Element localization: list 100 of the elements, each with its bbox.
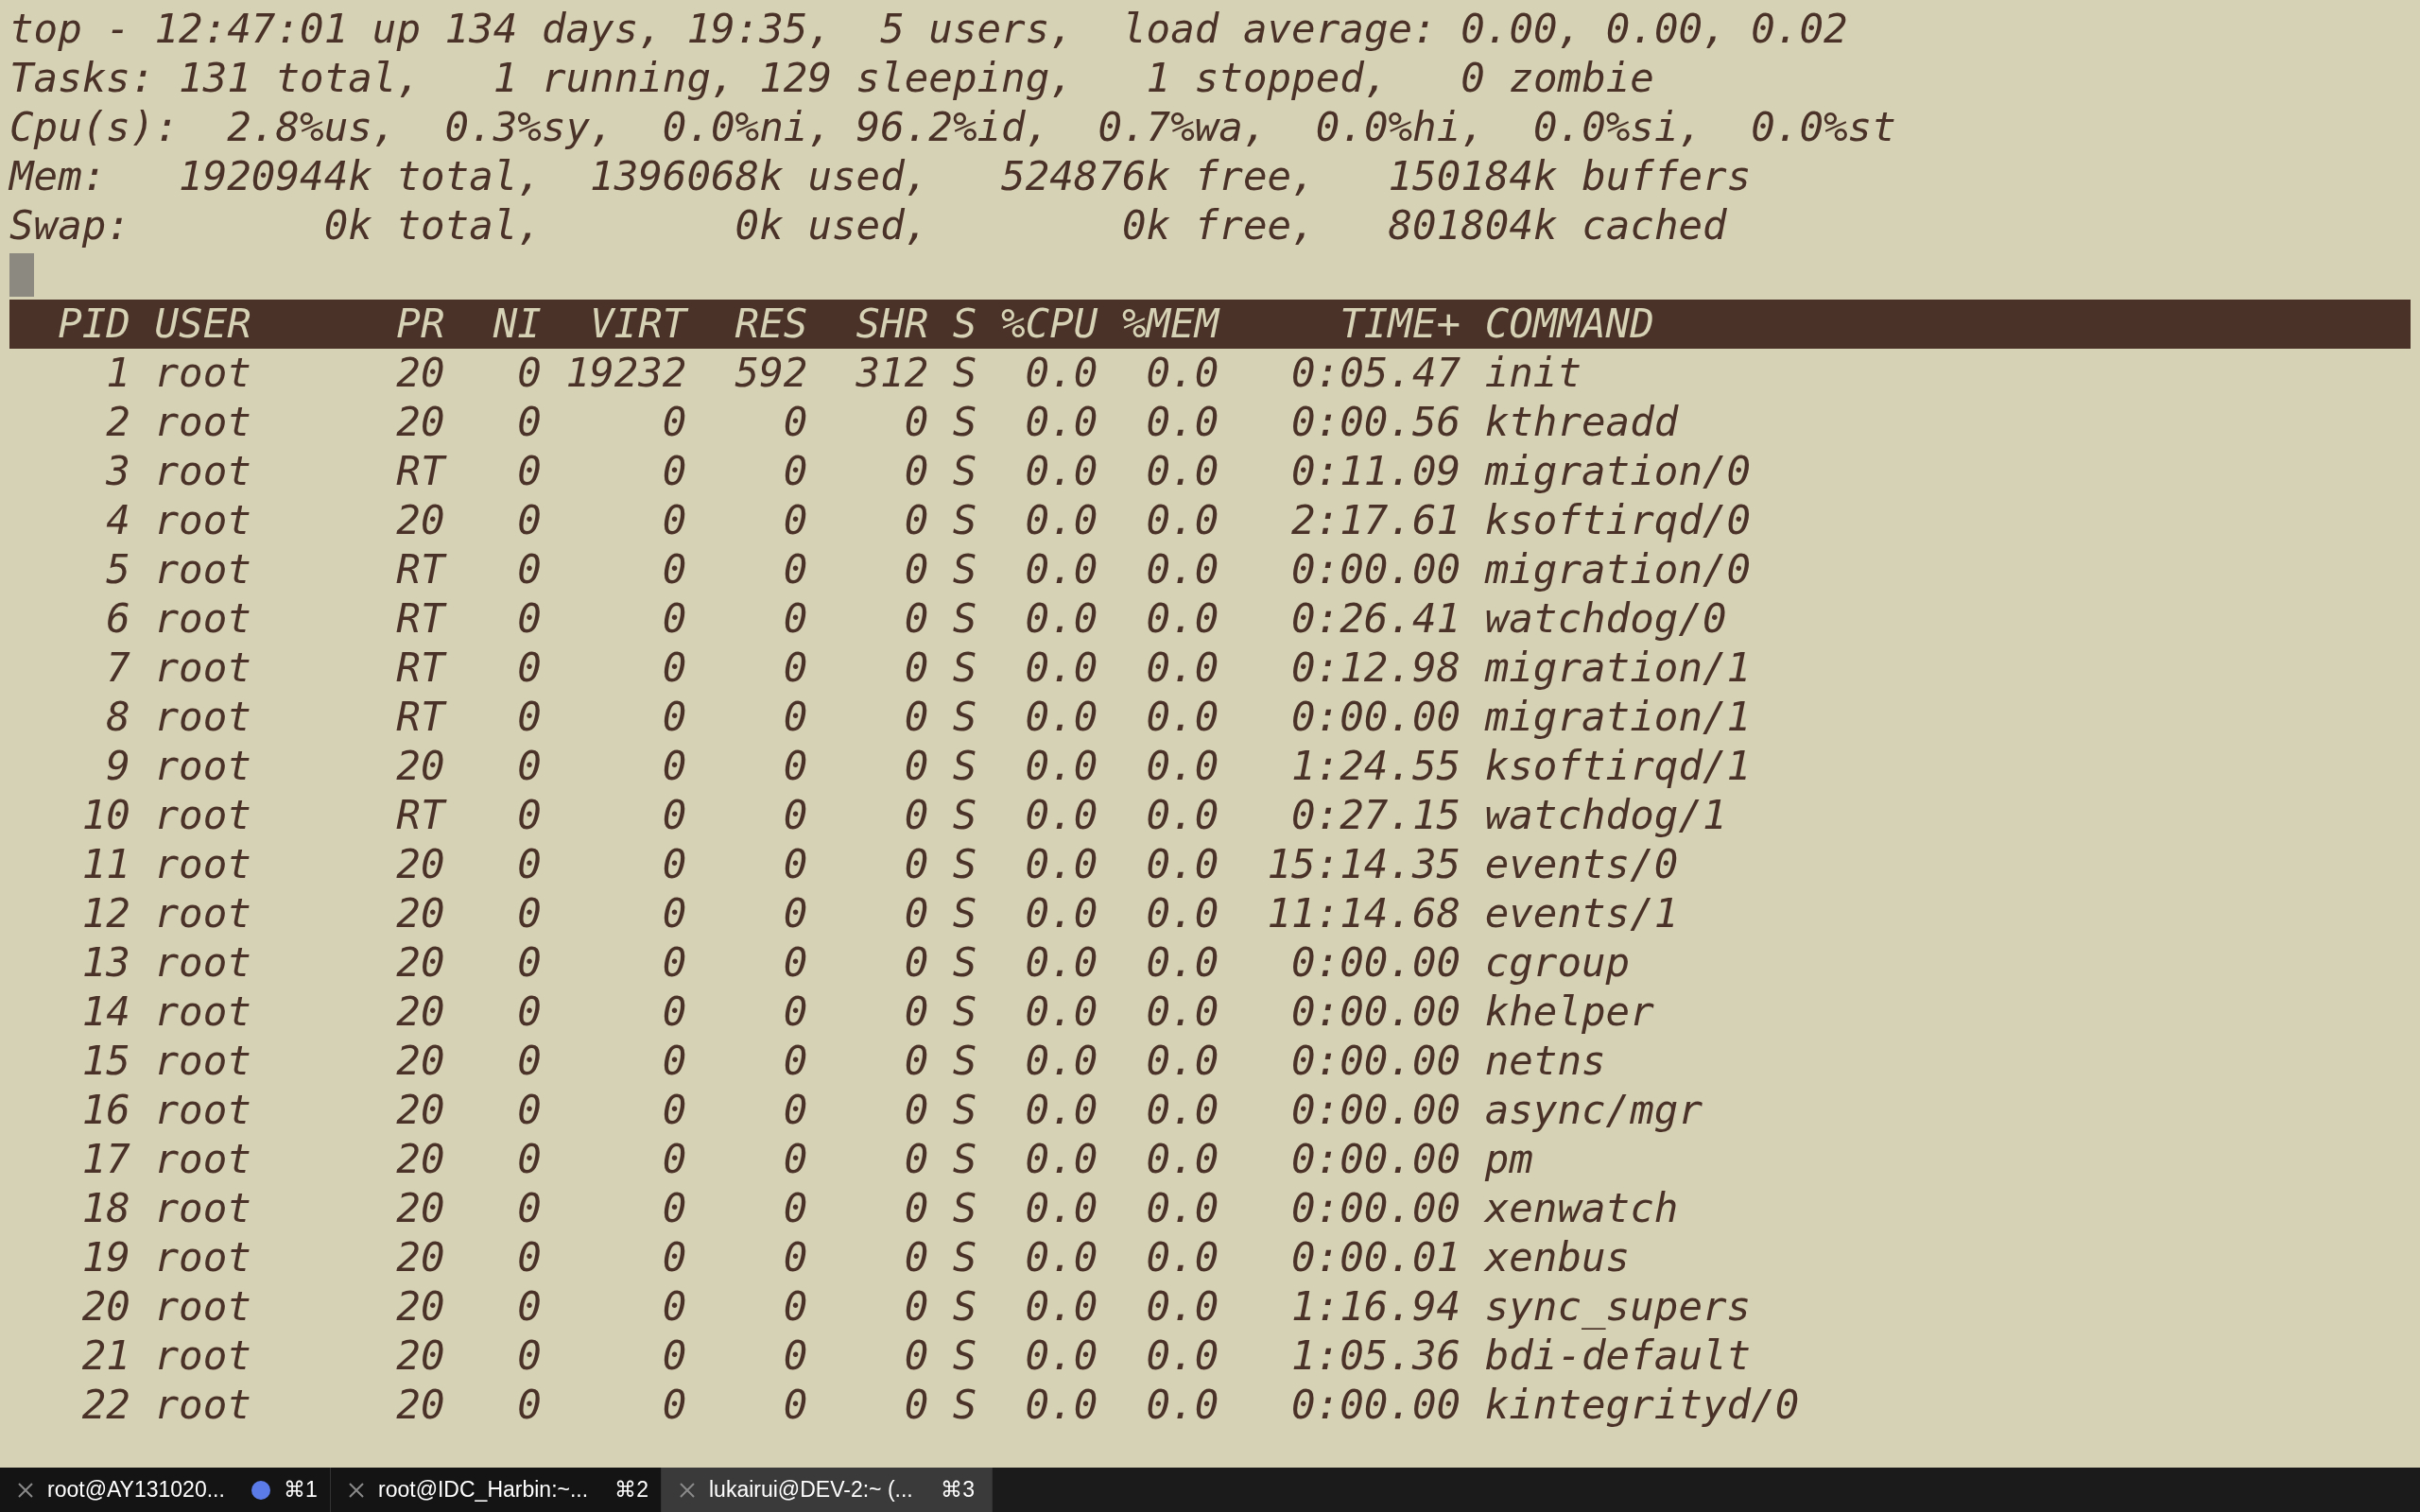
table-cell-text: 0.0	[1024, 349, 1098, 398]
table-cell-text: S	[951, 840, 977, 889]
close-icon[interactable]	[17, 1481, 34, 1499]
table-cell-text: 0	[661, 938, 687, 988]
terminal-tab[interactable]: root@IDC_Harbin:~... ⌘2	[331, 1468, 662, 1512]
table-cell-text: 0.0	[1145, 840, 1219, 889]
table-cell-text: 0.0	[1145, 742, 1219, 791]
table-cell-text: 0.0	[1145, 1233, 1219, 1282]
table-cell-text: 0.0	[1145, 1184, 1219, 1233]
table-cell-text: S	[951, 398, 977, 447]
table-cell-text: 4	[105, 496, 130, 545]
table-cell-text: 0	[903, 594, 929, 644]
close-icon[interactable]	[348, 1481, 365, 1499]
table-cell-text: 0	[516, 644, 542, 693]
summary-line: Cpu(s): 2.8%us, 0.3%sy, 0.0%ni, 96.2%id, 0.7%wa, 0.0%hi, 0.0%si, 0.0%st	[9, 103, 1896, 152]
table-cell-text: 0	[782, 1381, 808, 1430]
table-cell-text: 0.0	[1024, 938, 1098, 988]
table-cell-text: 0	[903, 644, 929, 693]
table-cell-text: 592	[734, 349, 808, 398]
summary-line: Mem: 1920944k total, 1396068k used, 524876k free, 150184k buffers	[8, 152, 1752, 201]
table-cell-text: 20	[395, 496, 445, 545]
table-cell-text: 0	[661, 398, 687, 447]
close-icon[interactable]	[679, 1481, 696, 1499]
table-cell-text: root	[154, 545, 252, 594]
table-cell-text: 0.0	[1145, 1086, 1219, 1135]
table-cell-text: 0	[782, 398, 808, 447]
table-cell-text: 0	[903, 1086, 929, 1135]
table-cell-text: 0	[661, 791, 687, 840]
table-cell-text: 0.0	[1145, 1037, 1219, 1086]
column-header: PR	[395, 300, 445, 349]
table-cell-text: 20	[395, 1282, 445, 1332]
table-cell-text: 0	[661, 988, 687, 1037]
table-cell-text: S	[951, 545, 977, 594]
table-cell-text: 0:00.01	[1290, 1233, 1461, 1282]
table-cell: watchdog/1	[1484, 791, 1727, 840]
table-cell-text: 20	[395, 1233, 445, 1282]
table-cell-text: root	[154, 693, 252, 742]
table-cell-text: 0.0	[1024, 1282, 1098, 1332]
table-cell-text: 0	[903, 496, 929, 545]
column-header: VIRT	[589, 300, 687, 349]
table-cell-text: 1:24.55	[1290, 742, 1461, 791]
table-cell-text: 0:00.56	[1290, 398, 1461, 447]
table-cell-text: 12	[80, 889, 130, 938]
table-cell-text: 0:00.00	[1290, 1037, 1461, 1086]
table-cell-text: 0.0	[1145, 594, 1219, 644]
table-cell-text: 0:05.47	[1290, 349, 1461, 398]
column-header: SHR	[855, 300, 929, 349]
table-cell-text: 0	[661, 644, 687, 693]
table-cell-text: 0.0	[1024, 1135, 1098, 1184]
table-cell-text: 0	[516, 889, 542, 938]
table-cell-text: 0:00.00	[1290, 988, 1461, 1037]
table-cell-text: 0	[903, 988, 929, 1037]
table-cell-text: 20	[395, 1332, 445, 1381]
table-cell-text: S	[951, 349, 977, 398]
table-cell-text: 0.0	[1024, 1086, 1098, 1135]
table-cell-text: 0	[516, 1184, 542, 1233]
table-cell-text: 0	[661, 1037, 687, 1086]
table-cell-text: 0	[782, 693, 808, 742]
table-cell-text: S	[951, 938, 977, 988]
table-cell-text: 15	[80, 1037, 130, 1086]
table-cell-text: 0	[516, 496, 542, 545]
table-cell-text: 0.0	[1145, 644, 1219, 693]
table-cell-text: 0	[661, 840, 687, 889]
cursor-block	[9, 253, 34, 297]
table-cell-text: 0	[903, 1332, 929, 1381]
table-cell-text: 0	[782, 840, 808, 889]
table-cell-text: root	[154, 644, 252, 693]
table-cell-text: 0	[661, 447, 687, 496]
tab-title: lukairui@DEV-2:~ (...	[709, 1476, 913, 1504]
table-cell-text: RT	[395, 693, 445, 742]
table-cell-text: 0	[516, 1282, 542, 1332]
table-cell-text: root	[154, 398, 252, 447]
table-cell-text: 11	[80, 840, 130, 889]
table-cell: kthreadd	[1484, 398, 1679, 447]
table-cell-text: 312	[855, 349, 929, 398]
table-cell-text: 0	[782, 742, 808, 791]
terminal-tab[interactable]: lukairui@DEV-2:~ (... ⌘3	[662, 1468, 993, 1512]
table-cell-text: 0:11.09	[1290, 447, 1461, 496]
table-cell-text: 0	[903, 938, 929, 988]
table-cell: ksoftirqd/1	[1484, 742, 1752, 791]
table-cell-text: 0	[661, 545, 687, 594]
table-cell-text: S	[951, 496, 977, 545]
table-cell-text: 0	[782, 1086, 808, 1135]
table-cell-text: 15:14.35	[1266, 840, 1461, 889]
table-cell: xenbus	[1484, 1233, 1631, 1282]
column-header: RES	[734, 300, 808, 349]
terminal-tab[interactable]: root@AY131020... ⌘1	[0, 1468, 331, 1512]
column-header: %CPU	[999, 300, 1098, 349]
summary-line: top - 12:47:01 up 134 days, 19:35, 5 users, load average: 0.00, 0.00, 0.02	[9, 5, 1848, 54]
table-cell-text: 0	[516, 988, 542, 1037]
table-cell-text: 0.0	[1145, 447, 1219, 496]
table-cell-text: 21	[80, 1332, 130, 1381]
table-cell-text: 0	[661, 1282, 687, 1332]
table-cell-text: 0.0	[1024, 988, 1098, 1037]
table-cell-text: 0	[782, 1037, 808, 1086]
column-header: %MEM	[1120, 300, 1219, 349]
table-cell-text: 0	[903, 1282, 929, 1332]
table-cell-text: 0	[516, 447, 542, 496]
table-cell: migration/1	[1484, 693, 1752, 742]
table-cell-text: 20	[395, 1086, 445, 1135]
